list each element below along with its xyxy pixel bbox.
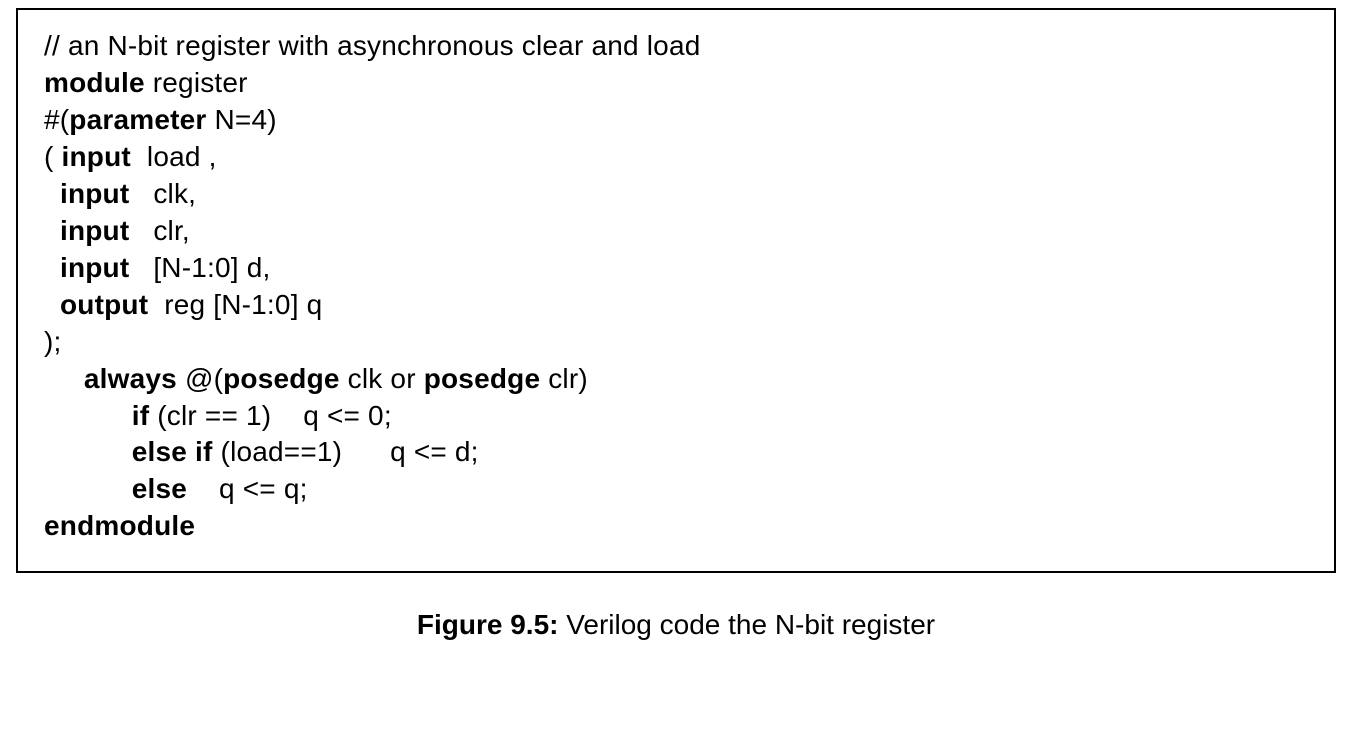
code-text: [N-1:0] d, [129,252,270,283]
code-text [44,215,60,246]
code-text: clk or [340,363,424,394]
code-text [44,363,84,394]
code-text: clk, [129,178,196,209]
code-line: if (clr == 1) q <= 0; [44,398,1308,435]
code-line: input clr, [44,213,1308,250]
code-keyword: posedge [424,363,541,394]
figure-caption: Figure 9.5: Verilog code the N-bit regis… [0,609,1352,641]
code-text: q <= q; [187,473,308,504]
code-text: @( [177,363,223,394]
code-keyword: input [60,178,129,209]
code-line: #(parameter N=4) [44,102,1308,139]
code-text [44,473,132,504]
code-keyword: parameter [69,104,206,135]
code-text: (load==1) q <= d; [213,436,479,467]
code-line: ( input load , [44,139,1308,176]
code-text: load , [131,141,217,172]
code-text: #( [44,104,69,135]
code-keyword: output [60,289,148,320]
code-keyword: else if [132,436,213,467]
code-text: (clr == 1) q <= 0; [149,400,392,431]
code-line: ); [44,324,1308,361]
code-text: reg [N-1:0] q [148,289,322,320]
code-text: clr, [129,215,190,246]
code-box: // an N-bit register with asynchronous c… [16,8,1336,573]
code-line: module register [44,65,1308,102]
code-keyword: endmodule [44,510,195,541]
code-text [44,436,132,467]
code-line: always @(posedge clk or posedge clr) [44,361,1308,398]
code-text: register [145,67,248,98]
code-text: ); [44,326,62,357]
code-keyword: input [60,252,129,283]
code-line: // an N-bit register with asynchronous c… [44,28,1308,65]
code-line: else if (load==1) q <= d; [44,434,1308,471]
code-text [44,289,60,320]
code-text: clr) [540,363,588,394]
code-text [44,400,132,431]
code-line: output reg [N-1:0] q [44,287,1308,324]
code-keyword: posedge [223,363,340,394]
code-text [44,252,60,283]
code-text: N=4) [207,104,277,135]
code-keyword: input [62,141,131,172]
code-line: endmodule [44,508,1308,545]
code-keyword: module [44,67,145,98]
code-line: input clk, [44,176,1308,213]
caption-label: Figure 9.5: [417,609,559,640]
code-keyword: else [132,473,187,504]
code-line: input [N-1:0] d, [44,250,1308,287]
code-keyword: input [60,215,129,246]
code-line: else q <= q; [44,471,1308,508]
caption-text: Verilog code the N-bit register [558,609,935,640]
code-text: ( [44,141,62,172]
code-keyword: always [84,363,177,394]
code-text [44,178,60,209]
code-keyword: if [132,400,150,431]
code-text: // an N-bit register with asynchronous c… [44,30,701,61]
